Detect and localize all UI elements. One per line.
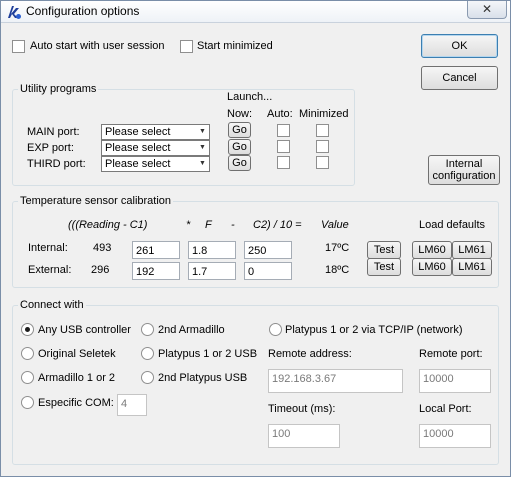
temperature-calibration-title: Temperature sensor calibration <box>18 195 174 207</box>
main-port-select[interactable]: Please select ▼ <box>101 124 210 140</box>
external-lm60-button[interactable]: LM60 <box>412 258 452 276</box>
remote-address-input[interactable]: 192.168.3.67 <box>268 369 403 393</box>
main-auto-checkbox[interactable] <box>277 124 290 137</box>
main-port-label: MAIN port: <box>27 126 80 138</box>
second-armadillo-label: 2nd Armadillo <box>158 324 225 336</box>
original-seletek-radio[interactable] <box>21 347 34 360</box>
second-platypus-usb-radio[interactable] <box>141 371 154 384</box>
external-temperature-value: 18ºC <box>325 264 350 276</box>
title-bar: Configuration options ✕ <box>1 1 510 23</box>
configuration-dialog: Configuration options ✕ Auto start with … <box>0 0 511 477</box>
exp-go-button[interactable]: Go <box>228 139 251 155</box>
external-c2-input[interactable]: 0 <box>244 262 292 280</box>
internal-lm60-button[interactable]: LM60 <box>412 241 452 259</box>
remote-port-input[interactable]: 10000 <box>419 369 491 393</box>
formula-multiply: * <box>186 219 191 231</box>
chevron-down-icon: ▼ <box>199 160 206 167</box>
formula-minus: - <box>231 219 235 231</box>
external-reading-value: 296 <box>91 264 110 276</box>
armadillo-radio[interactable] <box>21 371 34 384</box>
internal-reading-value: 493 <box>93 242 112 254</box>
chevron-down-icon: ▼ <box>199 144 206 151</box>
external-test-button[interactable]: Test <box>367 258 401 276</box>
load-defaults-label: Load defaults <box>419 219 486 231</box>
formula-value: Value <box>321 219 349 231</box>
timeout-label: Timeout (ms): <box>268 403 336 415</box>
internal-c1-input[interactable]: 261 <box>132 241 180 259</box>
exp-port-select-value: Please select <box>105 142 171 154</box>
app-logo-icon <box>8 6 21 19</box>
ok-button[interactable]: OK <box>421 34 498 58</box>
main-port-select-value: Please select <box>105 126 171 138</box>
formula-f: F <box>205 219 212 231</box>
third-auto-checkbox[interactable] <box>277 156 290 169</box>
platypus-usb-label: Platypus 1 or 2 USB <box>158 348 258 360</box>
start-minimized-checkbox[interactable] <box>180 40 193 53</box>
original-seletek-label: Original Seletek <box>38 348 116 360</box>
any-usb-label: Any USB controller <box>38 324 131 336</box>
exp-minimized-checkbox[interactable] <box>316 140 329 153</box>
internal-test-button[interactable]: Test <box>367 241 401 259</box>
internal-c2-input[interactable]: 250 <box>244 241 292 259</box>
third-minimized-checkbox[interactable] <box>316 156 329 169</box>
external-c1-input[interactable]: 192 <box>132 262 180 280</box>
second-platypus-usb-label: 2nd Platypus USB <box>158 372 248 384</box>
remote-address-label: Remote address: <box>268 348 352 360</box>
timeout-input[interactable]: 100 <box>268 424 340 448</box>
internal-lm61-button[interactable]: LM61 <box>452 241 492 259</box>
exp-port-select[interactable]: Please select ▼ <box>101 140 210 156</box>
external-lm61-button[interactable]: LM61 <box>452 258 492 276</box>
external-f-input[interactable]: 1.7 <box>188 262 236 280</box>
main-go-button[interactable]: Go <box>228 122 251 138</box>
internal-configuration-button[interactable]: Internal configuration <box>428 155 500 185</box>
third-port-label: THIRD port: <box>27 158 86 170</box>
second-armadillo-radio[interactable] <box>141 323 154 336</box>
armadillo-label: Armadillo 1 or 2 <box>38 372 116 384</box>
window-title: Configuration options <box>26 4 140 18</box>
platypus-tcp-label: Platypus 1 or 2 via TCP/IP (network) <box>285 324 463 336</box>
connect-with-title: Connect with <box>18 299 86 311</box>
launch-header: Launch... <box>227 91 273 103</box>
internal-sensor-label: Internal: <box>28 242 68 254</box>
auto-start-label: Auto start with user session <box>30 40 165 52</box>
third-port-select[interactable]: Please select ▼ <box>101 156 210 172</box>
internal-f-input[interactable]: 1.8 <box>188 241 236 259</box>
internal-temperature-value: 17ºC <box>325 242 350 254</box>
minimized-header: Minimized <box>299 108 349 120</box>
cancel-button[interactable]: Cancel <box>421 66 498 90</box>
formula-c2-div: C2) / 10 = <box>253 219 302 231</box>
especific-com-radio[interactable] <box>21 396 34 409</box>
platypus-tcp-radio[interactable] <box>269 323 282 336</box>
internal-configuration-label-line1: Internal <box>445 158 483 170</box>
platypus-usb-radio[interactable] <box>141 347 154 360</box>
third-go-button[interactable]: Go <box>228 155 251 171</box>
auto-header: Auto: <box>267 108 293 120</box>
start-minimized-label: Start minimized <box>197 40 273 52</box>
auto-start-checkbox[interactable] <box>12 40 25 53</box>
chevron-down-icon: ▼ <box>199 128 206 135</box>
internal-configuration-label-line2: configuration <box>432 170 496 182</box>
external-sensor-label: External: <box>28 264 72 276</box>
especific-com-label: Especific COM: <box>38 397 114 409</box>
close-icon: ✕ <box>481 2 493 16</box>
exp-auto-checkbox[interactable] <box>277 140 290 153</box>
now-header: Now: <box>227 108 253 120</box>
local-port-input[interactable]: 10000 <box>419 424 491 448</box>
local-port-label: Local Port: <box>419 403 472 415</box>
close-button[interactable]: ✕ <box>467 1 507 19</box>
any-usb-radio[interactable] <box>21 323 34 336</box>
exp-port-label: EXP port: <box>27 142 74 154</box>
utility-programs-title: Utility programs <box>18 83 99 95</box>
com-port-input[interactable]: 4 <box>117 394 147 416</box>
formula-reading-c1: (((Reading - C1) <box>68 219 148 231</box>
remote-port-label: Remote port: <box>419 348 483 360</box>
third-port-select-value: Please select <box>105 158 171 170</box>
main-minimized-checkbox[interactable] <box>316 124 329 137</box>
